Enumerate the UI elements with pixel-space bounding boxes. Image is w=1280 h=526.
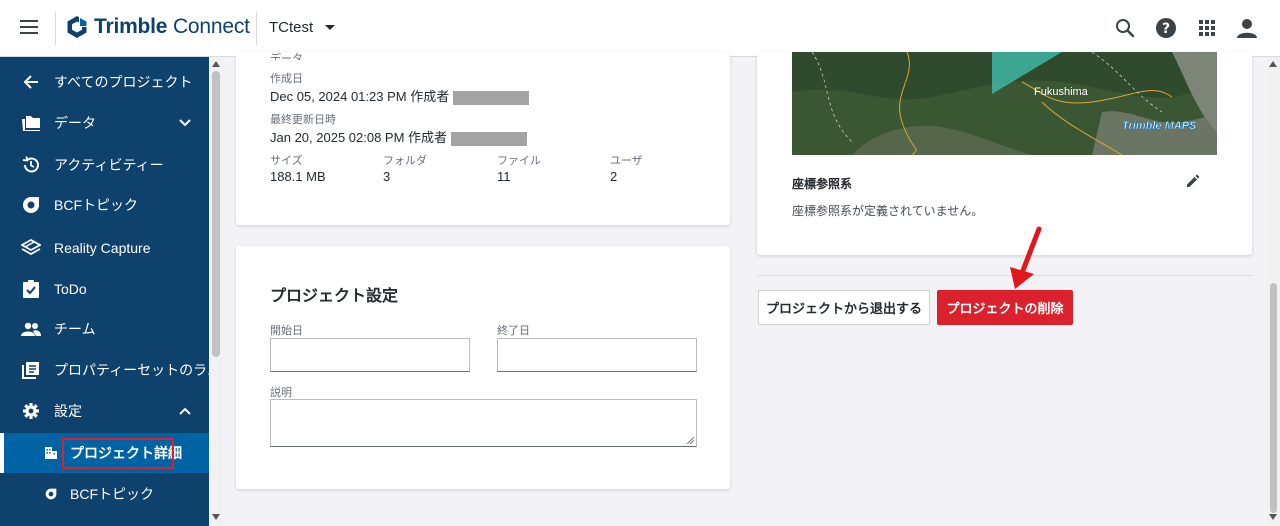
caret-down-icon [325,25,336,30]
project-name: TCtest [269,19,314,36]
sidebar-scrollbar[interactable] [209,57,223,526]
project-switcher[interactable]: TCtest [269,19,336,36]
divider [757,275,1252,276]
start-date-input[interactable] [270,338,470,372]
sidebar-item-team[interactable]: チーム [0,309,209,349]
trimble-logo-icon [67,15,88,38]
help-icon[interactable]: ? [1155,17,1177,39]
map-city-label: Fukushima [1034,86,1089,98]
edit-pencil-icon[interactable] [1185,173,1201,189]
location-card: Fukushima Trimble MAPS 座標参照系 座標参照系が定義されて… [757,52,1252,255]
active-indicator [0,433,4,473]
layers-icon [21,238,41,258]
sidebar-scroll-thumb[interactable] [212,71,220,357]
files-value: 11 [497,169,511,184]
chevron-up-icon[interactable] [178,404,192,418]
library-icon [21,360,41,380]
divider [256,12,257,45]
sidebar-item-all-projects[interactable]: すべてのプロジェクト [0,62,209,102]
sidebar-item-reality-capture[interactable]: Reality Capture [0,228,209,268]
gear-icon [21,401,41,421]
resize-handle-icon[interactable] [687,437,694,444]
bcf-topic-icon [41,484,61,504]
building-icon [41,443,61,463]
settings-title: プロジェクト設定 [270,288,399,305]
scroll-up-arrow-icon[interactable] [1269,61,1277,67]
user-avatar-icon[interactable] [1236,17,1258,39]
redacted-name [451,131,528,146]
search-icon[interactable] [1114,17,1136,39]
folders-value: 3 [383,169,391,184]
sidebar-item-bcf-topics-settings[interactable]: BCFトピック [0,474,209,514]
app-title: Trimble Connect [94,15,250,38]
delete-project-button[interactable]: プロジェクトの削除 [937,290,1073,325]
sidebar-item-todo[interactable]: ToDo [0,269,209,309]
created-value: Dec 05, 2024 01:23 PM 作成者 [270,86,530,105]
main-scroll-thumb[interactable] [1270,283,1277,513]
crs-title: 座標参照系 [792,177,853,191]
chevron-down-icon[interactable] [178,116,192,130]
redacted-name [453,90,530,105]
bcf-topic-icon [21,195,41,215]
annotation-arrow [1010,226,1042,289]
sidebar-item-settings[interactable]: 設定 [0,391,209,431]
sidebar-item-bcf-topics[interactable]: BCFトピック [0,185,209,225]
scroll-down-arrow-icon[interactable] [1269,514,1277,520]
apps-grid-icon[interactable] [1196,17,1218,39]
size-label: サイズ [270,155,303,167]
history-icon [21,155,41,175]
project-settings-card: プロジェクト設定 開始日 終了日 説明 [236,246,730,489]
folders-label: フォルダ [383,155,427,167]
scroll-up-arrow-icon[interactable] [212,61,220,67]
cut-off-label: データ [270,53,303,60]
scroll-down-arrow-icon[interactable] [212,514,220,520]
sidebar-item-data[interactable]: データ [0,103,209,143]
description-label: 説明 [270,387,292,399]
people-icon [21,319,41,339]
project-details-card: データ 作成日 Dec 05, 2024 01:23 PM 作成者 最終更新日時… [236,52,730,225]
users-label: ユーザ [610,155,643,167]
map-brand-label: Trimble MAPS [1122,120,1197,132]
highlight-box [62,438,174,469]
updated-value: Jan 20, 2025 02:08 PM 作成者 [270,127,528,146]
arrow-left-icon [21,72,41,92]
users-value: 2 [610,169,618,184]
satellite-map[interactable]: Fukushima Trimble MAPS [792,52,1217,155]
main-content: データ 作成日 Dec 05, 2024 01:23 PM 作成者 最終更新日時… [223,52,1267,526]
svg-text:?: ? [1162,21,1170,37]
updated-label: 最終更新日時 [270,114,336,126]
folder-icon [21,113,41,133]
clipboard-check-icon [21,279,41,299]
description-textarea[interactable] [270,399,697,447]
created-label: 作成日 [270,73,303,85]
sidebar-item-property-sets[interactable]: プロパティーセットのラ... [0,350,219,390]
files-label: ファイル [497,155,541,167]
sidebar-item-activity[interactable]: アクティビティー [0,145,209,185]
end-date-label: 終了日 [497,325,530,337]
top-bar: Trimble Connect TCtest ? [0,0,1280,57]
leave-project-button[interactable]: プロジェクトから退出する [758,290,930,325]
menu-icon[interactable] [20,20,38,36]
size-value: 188.1 MB [270,169,326,184]
end-date-input[interactable] [497,338,697,372]
crs-value: 座標参照系が定義されていません。 [792,204,984,218]
start-date-label: 開始日 [270,325,303,337]
main-scrollbar[interactable] [1267,57,1280,526]
divider [55,12,56,45]
trimble-connect-logo[interactable]: Trimble Connect [66,15,250,39]
